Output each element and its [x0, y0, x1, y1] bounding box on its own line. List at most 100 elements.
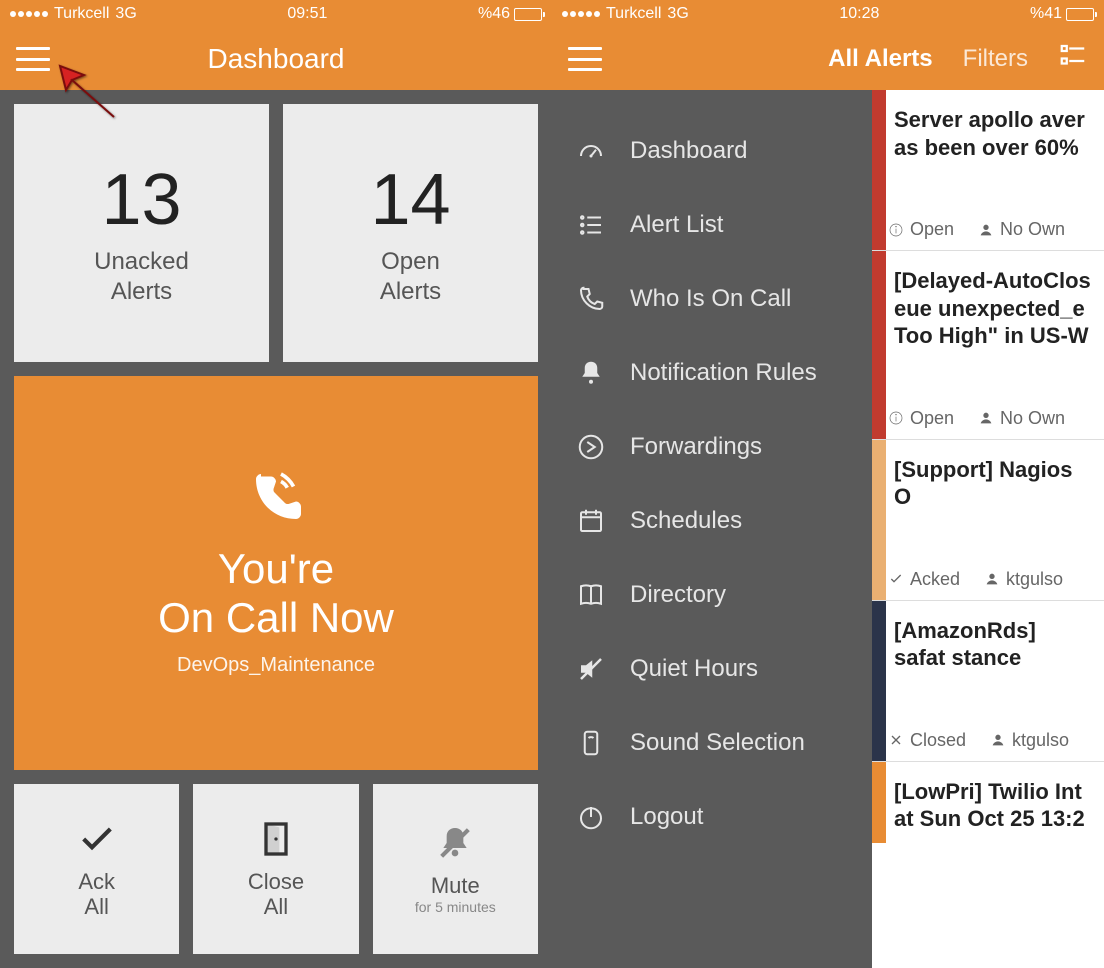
alert-row[interactable]: [Delayed-AutoClos eue unexpected_e Too H… — [872, 251, 1104, 440]
tab-all-alerts[interactable]: All Alerts — [828, 45, 932, 73]
carrier-label: Turkcell — [606, 5, 661, 23]
user-icon — [984, 571, 1000, 587]
list-icon — [576, 210, 606, 240]
alert-owner: No Own — [978, 408, 1065, 429]
book-icon — [576, 580, 606, 610]
forward-icon — [576, 432, 606, 462]
alert-status: Open — [888, 219, 954, 240]
nav-bar: All Alerts Filters — [552, 28, 1104, 90]
priority-stripe — [872, 90, 886, 250]
sound-icon — [576, 728, 606, 758]
alert-owner: ktgulso — [990, 730, 1069, 751]
alert-status: Open — [888, 408, 954, 429]
page-title: Dashboard — [0, 43, 552, 75]
power-icon — [576, 802, 606, 832]
open-label-l1: Open — [381, 248, 440, 275]
menu-forwardings[interactable]: Forwardings — [552, 410, 872, 484]
menu-sound-selection[interactable]: Sound Selection — [552, 706, 872, 780]
user-icon — [990, 732, 1006, 748]
battery-icon — [514, 8, 542, 21]
clock-label: 09:51 — [137, 5, 478, 23]
priority-stripe — [872, 440, 886, 600]
status-bar: Turkcell 3G 09:51 %46 — [0, 0, 552, 28]
alert-owner: No Own — [978, 219, 1065, 240]
calendar-icon — [576, 506, 606, 536]
menu-notification-rules[interactable]: Notification Rules — [552, 336, 872, 410]
phone-screen-dashboard: Turkcell 3G 09:51 %46 Dashboard 13 Unack… — [0, 0, 552, 968]
priority-stripe — [872, 601, 886, 761]
alert-title: [AmazonRds] safat stance — [894, 617, 1092, 672]
on-call-tile[interactable]: You're On Call Now DevOps_Maintenance — [14, 376, 538, 770]
menu-label: Alert List — [630, 211, 723, 239]
door-icon — [256, 819, 296, 859]
open-label-l2: Alerts — [380, 278, 441, 305]
alert-status: Closed — [888, 730, 966, 751]
close-all-button[interactable]: Close All — [193, 784, 358, 954]
menu-icon[interactable] — [568, 47, 602, 71]
mute-button[interactable]: Mute for 5 minutes — [373, 784, 538, 954]
menu-logout[interactable]: Logout — [552, 780, 872, 854]
on-call-line2: On Call Now — [158, 594, 394, 642]
battery-pct-label: %41 — [1030, 5, 1062, 23]
alert-title: [Support] Nagios O — [894, 456, 1092, 511]
unacked-label-l2: Alerts — [111, 278, 172, 305]
bell-icon — [576, 358, 606, 388]
mute-label: Mute — [431, 873, 480, 898]
mute-sub: for 5 minutes — [415, 899, 496, 915]
menu-label: Logout — [630, 803, 703, 831]
ack-l1: Ack — [78, 869, 115, 894]
dashboard-body: 13 Unacked Alerts 14 Open Alerts You're — [0, 90, 552, 968]
battery-pct-label: %46 — [478, 5, 510, 23]
menu-schedules[interactable]: Schedules — [552, 484, 872, 558]
alert-status: Acked — [888, 569, 960, 590]
phone-screen-alerts: Turkcell 3G 10:28 %41 All Alerts Filters — [552, 0, 1104, 968]
menu-quiet-hours[interactable]: Quiet Hours — [552, 632, 872, 706]
user-icon — [978, 410, 994, 426]
ack-l2: All — [84, 894, 108, 919]
open-count: 14 — [370, 159, 450, 241]
close-l1: Close — [248, 869, 304, 894]
menu-directory[interactable]: Directory — [552, 558, 872, 632]
alert-row[interactable]: [Support] Nagios O Acked ktgulso — [872, 440, 1104, 601]
alert-title: Server apollo aver as been over 60% — [894, 106, 1092, 161]
alert-title: [Delayed-AutoClos eue unexpected_e Too H… — [894, 267, 1092, 350]
unacked-alerts-tile[interactable]: 13 Unacked Alerts — [14, 104, 269, 362]
menu-alert-list[interactable]: Alert List — [552, 188, 872, 262]
gauge-icon — [576, 136, 606, 166]
priority-stripe — [872, 762, 886, 843]
network-label: 3G — [667, 5, 688, 23]
carrier-label: Turkcell — [54, 5, 109, 23]
x-icon — [888, 732, 904, 748]
speaker-off-icon — [576, 654, 606, 684]
menu-label: Schedules — [630, 507, 742, 535]
alert-owner: ktgulso — [984, 569, 1063, 590]
alert-row[interactable]: [AmazonRds] safat stance Closed ktgulso — [872, 601, 1104, 762]
menu-label: Quiet Hours — [630, 655, 758, 683]
info-icon — [888, 222, 904, 238]
menu-icon[interactable] — [16, 47, 50, 71]
menu-label: Sound Selection — [630, 729, 805, 757]
alert-row[interactable]: Server apollo aver as been over 60% Open… — [872, 90, 1104, 251]
menu-dashboard[interactable]: Dashboard — [552, 114, 872, 188]
alert-list[interactable]: Server apollo aver as been over 60% Open… — [872, 90, 1104, 968]
menu-label: Notification Rules — [630, 359, 817, 387]
on-call-line1: You're — [218, 545, 334, 593]
ack-all-button[interactable]: Ack All — [14, 784, 179, 954]
network-label: 3G — [115, 5, 136, 23]
battery-icon — [1066, 8, 1094, 21]
close-l2: All — [264, 894, 288, 919]
settings-icon[interactable] — [1058, 41, 1088, 78]
tab-filters[interactable]: Filters — [963, 45, 1028, 73]
bell-off-icon — [435, 823, 475, 863]
phone-icon — [576, 284, 606, 314]
menu-who-on-call[interactable]: Who Is On Call — [552, 262, 872, 336]
unacked-label-l1: Unacked — [94, 248, 189, 275]
signal-dots-icon — [562, 11, 600, 17]
open-alerts-tile[interactable]: 14 Open Alerts — [283, 104, 538, 362]
alert-row[interactable]: [LowPri] Twilio Int at Sun Oct 25 13:2 — [872, 762, 1104, 843]
unacked-count: 13 — [101, 159, 181, 241]
side-menu: Dashboard Alert List Who Is On Call Noti… — [552, 90, 872, 968]
clock-label: 10:28 — [689, 5, 1030, 23]
phone-ring-icon — [246, 469, 306, 529]
menu-label: Dashboard — [630, 137, 747, 165]
